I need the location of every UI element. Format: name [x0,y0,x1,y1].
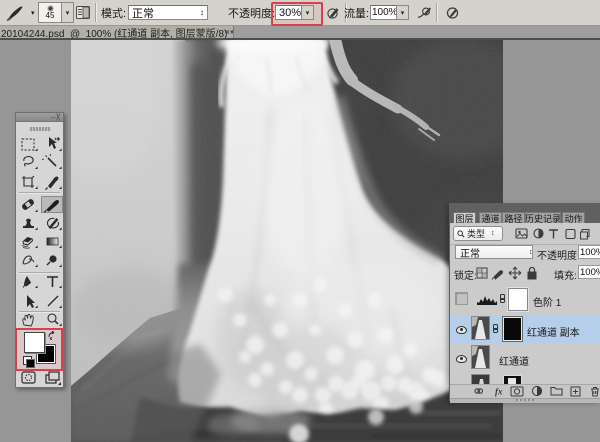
svg-text:fx: fx [495,387,503,397]
